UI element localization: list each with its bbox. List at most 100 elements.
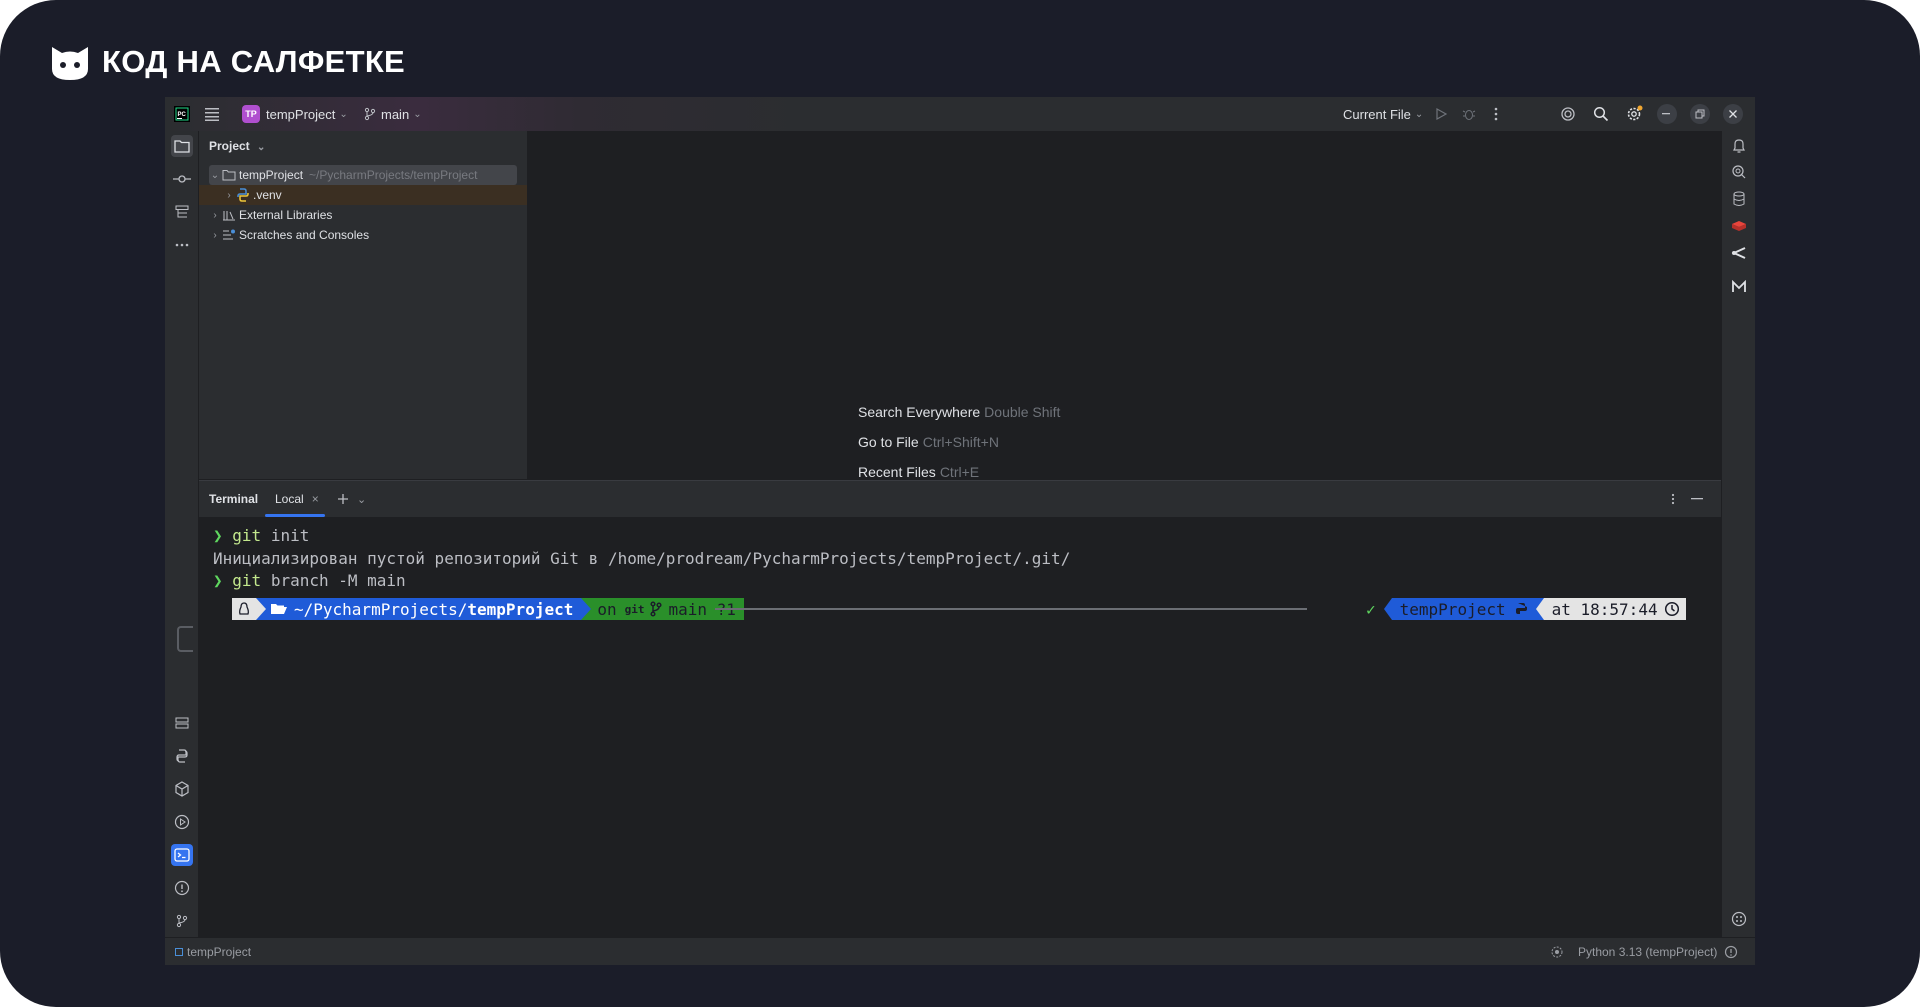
tree-item-label: .venv [253,188,282,202]
app-logo-icon[interactable]: PC [174,97,190,131]
library-icon [221,208,237,222]
settings-gear-icon[interactable] [1625,105,1643,123]
database-icon[interactable] [1728,188,1750,210]
folder-icon [221,168,237,182]
tree-item-label: External Libraries [239,208,333,222]
project-badge: TP [242,105,260,123]
chevron-down-icon[interactable]: ⌄ [357,481,366,517]
run-config-label: Current File [1343,106,1411,122]
chevron-right-icon[interactable]: › [223,190,235,201]
tree-item-venv[interactable]: › .venv [199,185,527,205]
terminal-command: git [232,526,262,545]
editor-empty-state: Search Everywhere Double Shift Go to File… [528,131,1721,480]
git-logo-icon: git [624,602,645,616]
linux-tux-icon [232,598,256,620]
terminal-options-icon[interactable] [1671,481,1675,517]
main-menu-icon[interactable] [205,97,221,131]
terminal-tool-icon[interactable] [171,844,193,866]
hide-panel-icon[interactable] [1691,481,1703,517]
chevron-down-icon[interactable]: ⌄ [209,170,221,181]
chevron-right-icon[interactable]: › [209,210,221,221]
run-config-selector[interactable]: Current File ⌄ [1343,97,1423,131]
notifications-bell-icon[interactable] [1728,135,1750,157]
project-switcher-label: tempProject [266,106,336,122]
structure-icon[interactable] [171,201,193,223]
search-icon[interactable] [1592,105,1610,123]
powerline-separator [1535,598,1544,620]
brand-logo: КОД НА САЛФЕТКЕ [50,42,405,82]
project-switcher[interactable]: TP tempProject ⌄ [242,97,348,131]
run-icon[interactable] [1432,105,1450,123]
hint-label: Go to File [858,434,919,450]
python-packages-icon[interactable] [171,778,193,800]
project-panel-title: Project [209,139,250,153]
python-icon [1515,603,1527,614]
powerline-separator [1383,598,1392,620]
tree-item-label: tempProject [239,168,304,182]
prompt-time-segment: at 18:57:44 [1543,598,1686,620]
python-folder-icon [235,188,251,202]
event-log-icon[interactable] [1724,938,1738,965]
branch-icon [364,107,376,121]
commit-icon[interactable] [171,168,193,190]
dependencies-icon[interactable] [1728,908,1750,930]
left-tool-strip [165,131,199,937]
branch-switcher[interactable]: main ⌄ [363,97,422,131]
scratches-icon [221,228,237,242]
cat-logo-icon [52,47,88,80]
redis-icon[interactable] [1728,215,1750,237]
project-tool-folder-icon[interactable] [171,135,193,157]
ai-assistant-icon[interactable] [1728,161,1750,183]
new-tab-icon[interactable] [337,481,349,517]
prompt-path-segment: ~/PycharmProjects/tempProject [266,598,582,620]
branch-icon [649,601,662,617]
tree-item-root[interactable]: ⌄ tempProject ~/PycharmProjects/tempProj… [209,165,517,185]
clock-icon [1664,601,1679,617]
inspection-widget-icon[interactable] [1550,938,1564,965]
terminal-output[interactable]: ❯ git init Инициализирован пустой репози… [213,525,1070,593]
prompt-filler-line [715,608,1307,610]
close-window-button[interactable] [1723,104,1743,124]
folder-open-icon [271,604,287,614]
project-panel: Project ⌄ ⌄ tempProject ~/PycharmProject… [199,131,528,479]
run-tool-icon[interactable] [171,811,193,833]
more-actions-icon[interactable] [1487,105,1505,123]
module-icon [175,948,183,956]
prompt-time: 18:57:44 [1580,599,1658,619]
prompt-time-prefix: at [1551,599,1571,619]
close-tab-icon[interactable]: × [312,492,319,506]
minimize-window-button[interactable] [1657,104,1677,124]
git-tool-icon[interactable] [171,910,193,932]
tree-item-external-libraries[interactable]: › External Libraries [199,205,527,225]
code-with-me-icon[interactable] [1559,105,1577,123]
prompt-venv-segment: tempProject [1391,598,1536,620]
tab-local[interactable]: Local × [275,481,319,517]
python-console-icon[interactable] [171,745,193,767]
problems-icon[interactable] [171,877,193,899]
more-tools-icon[interactable] [171,234,193,256]
python-interpreter-label: Python 3.13 (tempProject) [1578,945,1718,959]
chevron-right-icon[interactable]: › [209,230,221,241]
project-panel-header[interactable]: Project ⌄ [209,139,265,153]
prompt-path-dir: tempProject [467,599,574,619]
status-bar: tempProject Python 3.13 (tempProject) [165,937,1755,965]
markdown-icon[interactable] [1728,276,1750,298]
hint-shortcut: Ctrl+Shift+N [922,434,999,450]
prompt-bar-left: ~/PycharmProjects/tempProject on git mai… [232,598,744,620]
hint-label: Recent Files [858,464,936,480]
services-icon[interactable] [171,712,193,734]
debug-icon[interactable] [1460,105,1478,123]
python-interpreter-selector[interactable]: Python 3.13 (tempProject) [1578,938,1717,965]
tree-item-scratches[interactable]: › Scratches and Consoles [199,225,527,245]
status-ok-icon: ✓ [1366,599,1376,619]
restore-window-button[interactable] [1690,104,1710,124]
prompt-bar-right: ✓ tempProject at 18:57:44 [1366,598,1686,620]
powerline-separator [581,598,592,620]
sciview-icon[interactable] [1728,242,1750,264]
active-tab-indicator [265,514,325,517]
status-project-breadcrumb[interactable]: tempProject [175,938,251,965]
chevron-down-icon: ⌄ [1414,108,1424,120]
hint-go-to-file: Go to File Ctrl+Shift+N [858,434,999,450]
terminal-title: Terminal [209,492,259,506]
prompt-git-on: on [597,599,617,619]
